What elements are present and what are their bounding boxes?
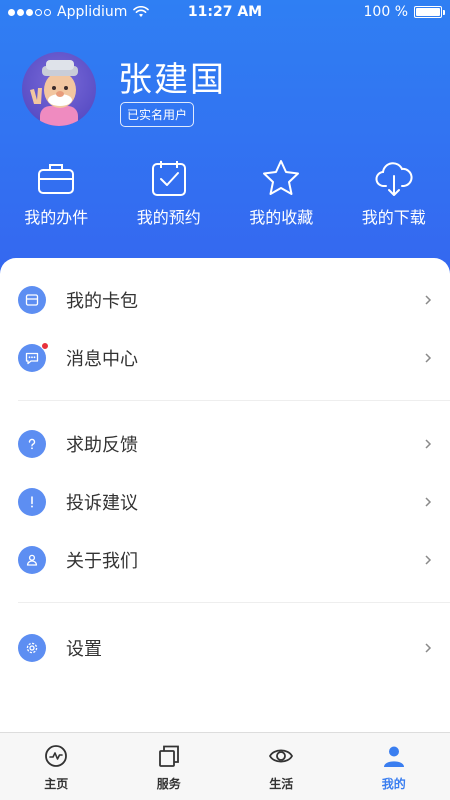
gear-icon xyxy=(18,634,46,662)
tab-mine-label: 我的 xyxy=(381,777,406,791)
my-favorites-label: 我的收藏 xyxy=(249,208,314,227)
battery-icon xyxy=(414,6,445,18)
menu-label-settings: 设置 xyxy=(66,639,102,660)
chevron-right-icon xyxy=(425,555,432,565)
chevron-right-icon xyxy=(425,295,432,305)
section-divider xyxy=(18,602,450,603)
briefcase-icon xyxy=(38,164,75,194)
my-cases-button[interactable]: 我的办件 xyxy=(0,158,113,228)
tab-home[interactable]: 主页 xyxy=(0,733,113,800)
menu-item-help-feedback[interactable]: 求助反馈 xyxy=(0,416,450,472)
unread-notification-dot xyxy=(41,342,49,350)
cloud-download-icon xyxy=(375,162,413,196)
menu-label-card-wallet: 我的卡包 xyxy=(66,291,138,312)
my-cases-label: 我的办件 xyxy=(24,208,89,227)
avatar[interactable] xyxy=(22,52,96,126)
my-downloads-button[interactable]: 我的下载 xyxy=(338,158,450,228)
profile-header: Applidium 11:27 AM 100 % 张建国 已实名用户 我的办件 … xyxy=(0,0,450,290)
card-wallet-icon xyxy=(18,286,46,314)
my-appointments-label: 我的预约 xyxy=(136,208,201,227)
chevron-right-icon xyxy=(425,497,432,507)
menu-label-help-feedback: 求助反馈 xyxy=(66,435,138,456)
tab-life[interactable]: 生活 xyxy=(225,733,338,800)
exclamation-icon xyxy=(18,488,46,516)
chevron-right-icon xyxy=(425,439,432,449)
tab-services[interactable]: 服务 xyxy=(113,733,226,800)
menu-label-about-us: 关于我们 xyxy=(66,551,138,572)
my-downloads-label: 我的下载 xyxy=(361,208,426,227)
tab-life-label: 生活 xyxy=(269,777,294,791)
user-icon xyxy=(383,746,404,767)
tab-mine[interactable]: 我的 xyxy=(338,733,450,800)
eye-icon xyxy=(269,749,294,763)
menu-item-complaint[interactable]: 投诉建议 xyxy=(0,474,450,530)
section-divider xyxy=(18,400,450,401)
chevron-right-icon xyxy=(425,643,432,653)
verified-badge: 已实名用户 xyxy=(120,102,195,127)
chevron-right-icon xyxy=(425,353,432,363)
battery-percent: 100 % xyxy=(363,4,408,20)
menu-item-message-center[interactable]: 消息中心 xyxy=(0,330,450,386)
tab-home-label: 主页 xyxy=(44,777,69,791)
menu-item-about-us[interactable]: 关于我们 xyxy=(0,532,450,588)
menu-label-message-center: 消息中心 xyxy=(66,349,138,370)
user-name: 张建国 xyxy=(118,60,226,100)
calendar-check-icon xyxy=(151,161,186,196)
star-icon xyxy=(263,160,300,195)
question-icon xyxy=(18,430,46,458)
avatar-character-icon xyxy=(30,60,78,126)
pulse-icon xyxy=(45,745,68,767)
quick-actions: 我的办件 我的预约 我的收藏 我的下载 xyxy=(0,158,450,228)
copy-icon xyxy=(158,745,179,767)
menu-item-card-wallet[interactable]: 我的卡包 xyxy=(0,272,450,328)
status-bar: Applidium 11:27 AM 100 % xyxy=(0,0,450,26)
person-icon xyxy=(18,546,46,574)
menu-item-settings[interactable]: 设置 xyxy=(0,620,450,676)
menu-card: 我的卡包 消息中心 求助反馈 投诉建议 关于我们 设置 xyxy=(0,258,450,732)
my-appointments-button[interactable]: 我的预约 xyxy=(113,158,226,228)
menu-label-complaint: 投诉建议 xyxy=(66,493,138,514)
my-favorites-button[interactable]: 我的收藏 xyxy=(225,158,338,228)
message-icon xyxy=(18,342,49,372)
tab-services-label: 服务 xyxy=(156,777,181,791)
tab-bar: 主页 服务 生活 我的 xyxy=(0,732,450,800)
